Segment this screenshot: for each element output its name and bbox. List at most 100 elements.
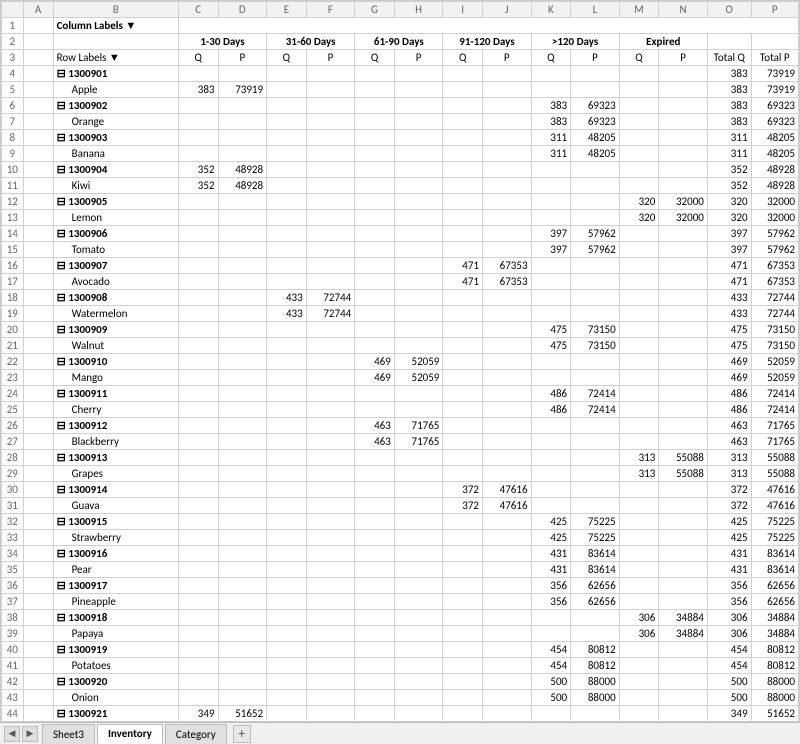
row-label-41: Potatoes: [53, 658, 178, 674]
col-p-header[interactable]: P: [751, 2, 798, 18]
col-a-12: [23, 194, 53, 210]
row-label-14[interactable]: ⊟ 1300906: [53, 226, 178, 242]
row-num-7: 7: [2, 114, 24, 130]
cell-l-8: 48205: [571, 130, 620, 146]
cell-g-26: 463: [355, 418, 395, 434]
row-label-35: Pear: [53, 562, 178, 578]
col-m-header[interactable]: M: [619, 2, 659, 18]
col-n-header[interactable]: N: [659, 2, 708, 18]
col-a-31: [23, 498, 53, 514]
col-f-header[interactable]: F: [306, 2, 355, 18]
row-label-30[interactable]: ⊟ 1300914: [53, 482, 178, 498]
cell-f-43: [306, 690, 355, 706]
cell-k-29: [531, 466, 571, 482]
col-a-28: [23, 450, 53, 466]
cell-n-18: [659, 290, 708, 306]
cell-n-6: [659, 98, 708, 114]
table-row: 35Pear4318361443183614: [2, 562, 799, 578]
cell-j-26: [482, 418, 531, 434]
col-e-header[interactable]: E: [267, 2, 307, 18]
cell-k-26: [531, 418, 571, 434]
row-label-32[interactable]: ⊟ 1300915: [53, 514, 178, 530]
col-g-header[interactable]: G: [355, 2, 395, 18]
col-b-header[interactable]: B: [53, 2, 178, 18]
row-label-40[interactable]: ⊟ 1300919: [53, 642, 178, 658]
cell-i-44: [443, 706, 483, 722]
row-label-5: Apple: [53, 82, 178, 98]
cell-k-9: 311: [531, 146, 571, 162]
col-i-header[interactable]: I: [443, 2, 483, 18]
row-label-8[interactable]: ⊟ 1300903: [53, 130, 178, 146]
cell-k-19: [531, 306, 571, 322]
table-row: 25Cherry4867241448672414: [2, 402, 799, 418]
cell-l-16: [571, 258, 620, 274]
cell-n-11: [659, 178, 708, 194]
row-label-42[interactable]: ⊟ 1300920: [53, 674, 178, 690]
cell-g-43: [355, 690, 395, 706]
cell-m-36: [619, 578, 659, 594]
sheet-tab-inventory[interactable]: Inventory: [97, 724, 163, 744]
row-label-26[interactable]: ⊟ 1300912: [53, 418, 178, 434]
cell-g-15: [355, 242, 395, 258]
col-a-21: [23, 338, 53, 354]
cell-j-44: [482, 706, 531, 722]
sheet-tab-sheet3[interactable]: Sheet3: [42, 724, 95, 744]
spreadsheet-container: A B C D E F G H I J K L M N O P: [0, 0, 800, 744]
col-d-header[interactable]: D: [218, 2, 267, 18]
table-row: 20⊟ 13009094757315047573150: [2, 322, 799, 338]
cell-h-20: [394, 322, 443, 338]
row-num-43: 43: [2, 690, 24, 706]
cell-i-5: [443, 82, 483, 98]
col-h-header[interactable]: H: [394, 2, 443, 18]
col-labels-cell[interactable]: Column Labels ▼: [53, 18, 178, 34]
cell-e-19: 433: [267, 306, 307, 322]
col-o-header[interactable]: O: [707, 2, 751, 18]
row-label-28[interactable]: ⊟ 1300913: [53, 450, 178, 466]
row-label-20[interactable]: ⊟ 1300909: [53, 322, 178, 338]
col-l-header[interactable]: L: [571, 2, 620, 18]
add-sheet-btn[interactable]: +: [233, 725, 251, 743]
row-num-41: 41: [2, 658, 24, 674]
sheet-tab-category[interactable]: Category: [165, 724, 227, 744]
cell-j-18: [482, 290, 531, 306]
row-label-10[interactable]: ⊟ 1300904: [53, 162, 178, 178]
row-label-16[interactable]: ⊟ 1300907: [53, 258, 178, 274]
cell-m-7: [619, 114, 659, 130]
cell-i-20: [443, 322, 483, 338]
row-label-6[interactable]: ⊟ 1300902: [53, 98, 178, 114]
row-label-34[interactable]: ⊟ 1300916: [53, 546, 178, 562]
row-label-44[interactable]: ⊟ 1300921: [53, 706, 178, 722]
col-c-header[interactable]: C: [178, 2, 218, 18]
days-31-60: 31-60 Days: [267, 34, 355, 50]
cell-i-30: 372: [443, 482, 483, 498]
cell-l-22: [571, 354, 620, 370]
tab-prev-btn[interactable]: ◀: [4, 726, 20, 742]
cell-l-35: 83614: [571, 562, 620, 578]
cell-l-5: [571, 82, 620, 98]
row-label-36[interactable]: ⊟ 1300917: [53, 578, 178, 594]
table-row: 17Avocado4716735347167353: [2, 274, 799, 290]
cell-j-17: 67353: [482, 274, 531, 290]
row-label-24[interactable]: ⊟ 1300911: [53, 386, 178, 402]
cell-l-44: [571, 706, 620, 722]
cell-e-32: [267, 514, 307, 530]
row-label-12[interactable]: ⊟ 1300905: [53, 194, 178, 210]
row-label-38[interactable]: ⊟ 1300918: [53, 610, 178, 626]
col-a-header[interactable]: A: [23, 2, 53, 18]
col-j-header[interactable]: J: [482, 2, 531, 18]
row-labels-header[interactable]: Row Labels ▼: [53, 50, 178, 66]
cell-p-9: 48205: [751, 146, 798, 162]
tab-next-btn[interactable]: ▶: [22, 726, 38, 742]
sheet-area[interactable]: A B C D E F G H I J K L M N O P: [0, 0, 800, 722]
cell-c-25: [178, 402, 218, 418]
cell-k-11: [531, 178, 571, 194]
cell-d-14: [218, 226, 267, 242]
cell-e-44: [267, 706, 307, 722]
row-label-22[interactable]: ⊟ 1300910: [53, 354, 178, 370]
col-k-header[interactable]: K: [531, 2, 571, 18]
row-label-4[interactable]: ⊟ 1300901: [53, 66, 178, 82]
cell-m-35: [619, 562, 659, 578]
cell-k-12: [531, 194, 571, 210]
cell-n-19: [659, 306, 708, 322]
row-label-18[interactable]: ⊟ 1300908: [53, 290, 178, 306]
